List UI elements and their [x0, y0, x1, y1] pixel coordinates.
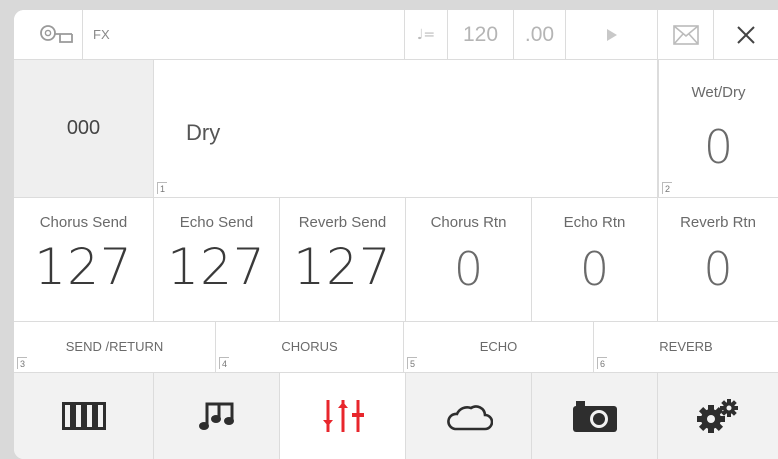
play-button[interactable]	[566, 10, 658, 60]
tab-index: 3	[17, 357, 28, 369]
param-echo-rtn[interactable]: Echo Rtn 0	[532, 198, 658, 322]
tab-label: ECHO	[479, 339, 518, 354]
cloud-icon	[446, 405, 493, 431]
close-button[interactable]	[714, 10, 778, 60]
tab-index: 6	[597, 357, 608, 369]
tab-index: 4	[219, 357, 230, 369]
param-echo-send[interactable]: Echo Send 127	[154, 198, 280, 322]
wet-dry-index: 2	[662, 182, 673, 194]
param-label: Chorus Rtn	[430, 214, 507, 231]
param-value: 0	[703, 242, 733, 296]
param-chorus-rtn[interactable]: Chorus Rtn 0	[406, 198, 532, 322]
param-label: Chorus Send	[39, 214, 128, 231]
preset-index: 1	[157, 182, 168, 194]
param-label: Echo Send	[179, 214, 254, 231]
tab-label: SEND /RETURN	[65, 339, 164, 354]
nav-keyboard[interactable]	[14, 373, 154, 459]
play-icon	[606, 29, 617, 41]
piano-keys-icon	[61, 402, 106, 430]
app-frame: FX ♩= 120 .00 000 Dry 1 Wet/Dry 0 2 Chor…	[14, 10, 778, 459]
nav-camera[interactable]	[532, 373, 658, 459]
param-reverb-rtn[interactable]: Reverb Rtn 0	[658, 198, 778, 322]
preset-name: Dry	[186, 120, 221, 145]
tempo-decimal[interactable]: .00	[514, 10, 566, 60]
param-label: Echo Rtn	[563, 214, 626, 231]
camera-icon	[572, 401, 617, 432]
nav-mixer[interactable]	[280, 373, 406, 459]
gears-icon	[697, 399, 738, 433]
close-icon	[737, 26, 755, 44]
wet-dry-control[interactable]: Wet/Dry 0 2	[658, 60, 778, 198]
tab-echo[interactable]: ECHO 5	[404, 322, 594, 373]
tab-label: CHORUS	[281, 339, 338, 354]
tempo-value[interactable]: 120	[448, 10, 514, 60]
tab-send-return[interactable]: SEND /RETURN 3	[14, 322, 216, 373]
nav-music[interactable]	[154, 373, 280, 459]
param-label: Reverb Send	[298, 214, 387, 231]
wet-dry-label: Wet/Dry	[691, 84, 746, 101]
param-value: 127	[167, 238, 266, 296]
nav-settings[interactable]	[658, 373, 778, 459]
key-icon[interactable]	[36, 23, 76, 49]
param-value: 127	[293, 238, 392, 296]
header-divider	[82, 10, 83, 60]
tab-label: REVERB	[659, 339, 713, 354]
param-value: 127	[34, 238, 133, 296]
nav-cloud[interactable]	[406, 373, 532, 459]
mail-button[interactable]	[658, 10, 714, 60]
preset-name-field[interactable]: Dry 1	[154, 60, 658, 198]
mixer-sliders-icon	[322, 400, 364, 432]
preset-number[interactable]: 000	[14, 60, 154, 198]
param-value: 0	[453, 242, 484, 296]
music-notes-icon	[198, 402, 234, 430]
header-title: FX	[93, 27, 110, 42]
param-label: Reverb Rtn	[680, 214, 756, 231]
param-chorus-send[interactable]: Chorus Send 127	[14, 198, 154, 322]
tab-index: 5	[407, 357, 418, 369]
tab-reverb[interactable]: REVERB 6	[594, 322, 778, 373]
envelope-icon	[672, 25, 699, 45]
param-reverb-send[interactable]: Reverb Send 127	[280, 198, 406, 322]
wet-dry-value: 0	[703, 120, 734, 174]
param-value: 0	[579, 242, 610, 296]
tempo-note-icon: ♩=	[404, 10, 448, 60]
tab-chorus[interactable]: CHORUS 4	[216, 322, 404, 373]
